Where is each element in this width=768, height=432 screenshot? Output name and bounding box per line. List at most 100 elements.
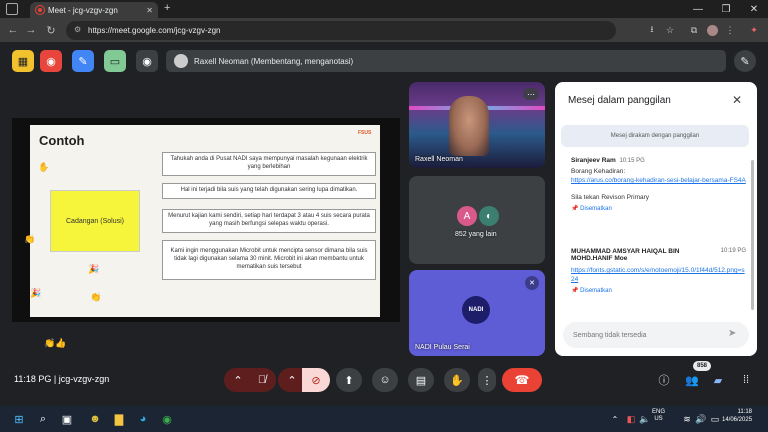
record-icon[interactable]: ◉ — [40, 50, 62, 72]
pinned-label: Disematkan — [580, 288, 612, 295]
recording-icon — [36, 6, 44, 14]
slide-box-1: Tahukah anda di Pusat NADI saya mempunya… — [162, 152, 376, 176]
chat-message: Siranjeev Ram 10:15 PG Borang Kehadiran:… — [571, 157, 746, 212]
maximize-button[interactable]: ❐ — [712, 0, 740, 18]
others-avatar-image: ◐ — [479, 206, 499, 226]
message-time: 10:15 PG — [619, 158, 645, 164]
presenter-name: Raxell Neoman — [415, 156, 463, 163]
meeting-info: 11:18 PG | jcg-vzgv-zgn — [14, 374, 110, 384]
presenter-banner: Raxell Neoman (Membentang, menganotasi) — [166, 50, 726, 72]
message-link[interactable]: https://fonts.gstatic.com/s/e/notoemoji/… — [571, 266, 746, 284]
meeting-time: 11:18 PG — [14, 374, 52, 384]
chat-title: Mesej dalam panggilan — [568, 95, 671, 106]
presenter-avatar — [174, 54, 188, 68]
clock-date: 14/06/2025 — [722, 416, 753, 423]
emoji-reaction-button[interactable]: ☺ — [372, 368, 398, 392]
present-screen-button[interactable]: ⬆ — [336, 368, 362, 392]
annotate-pen-icon[interactable]: ✎ — [734, 50, 756, 72]
more-options-button[interactable]: ⋮ — [478, 368, 496, 392]
tab-close-icon[interactable]: ✕ — [146, 6, 153, 15]
close-window-button[interactable]: ✕ — [740, 0, 768, 18]
participants-count-badge: 858 — [693, 361, 711, 371]
party-emoji-icon: 🎉 — [30, 288, 42, 298]
site-info-icon[interactable]: ⚙ — [74, 25, 81, 34]
send-icon[interactable]: ➤ — [728, 328, 736, 339]
chat-recorded-notice: Mesej dirakam dengan panggilan — [561, 125, 749, 147]
download-icon[interactable]: ⭳ — [644, 22, 660, 38]
mic-off-icon: ✕ — [525, 276, 539, 290]
pinned-label: Disematkan — [580, 206, 612, 213]
chat-scrollbar[interactable] — [751, 160, 754, 310]
chat-close-icon[interactable]: ✕ — [732, 93, 742, 107]
activities-grid-icon[interactable]: ⁞⁞ — [738, 372, 754, 388]
minimize-button[interactable]: — — [684, 0, 712, 18]
forward-arrow-icon[interactable]: → — [22, 21, 40, 39]
presenter-text: Raxell Neoman (Membentang, menganotasi) — [194, 56, 354, 66]
bookmark-star-icon[interactable]: ☆ — [662, 22, 678, 38]
chat-icon[interactable]: ▰ — [710, 372, 726, 388]
menu-dots-icon[interactable]: ⋮ — [722, 22, 738, 38]
meeting-code: jcg-vzgv-zgn — [58, 374, 110, 384]
reload-icon[interactable]: ↻ — [42, 21, 60, 39]
others-avatar: A — [457, 206, 477, 226]
solution-label: Cadangan (Solusi) — [66, 217, 124, 225]
tab-meet[interactable]: Meet - jcg-vzgv-zgn ✕ — [30, 2, 158, 18]
search-icon[interactable]: ⌕ — [34, 410, 52, 428]
message-text: Borang Kehadiran: — [571, 168, 626, 175]
tile-more-icon[interactable]: ⋯ — [523, 88, 539, 100]
people-icon[interactable]: 👥 — [684, 372, 700, 388]
nadi-logo: NADI — [462, 296, 490, 324]
clock-time: 11:18 — [737, 409, 753, 415]
notes-icon[interactable]: ✎ — [72, 50, 94, 72]
message-link[interactable]: https://arus.co/borang-kehadiran-sesi-be… — [571, 176, 746, 185]
reaction-emoji-icon: 👏👍 — [44, 338, 67, 348]
eye-icon[interactable]: ◉ — [136, 50, 158, 72]
chrome-icon[interactable]: ◉ — [158, 410, 176, 428]
presenter-video-tile[interactable]: ⋯ Raxell Neoman — [409, 82, 545, 168]
file-explorer-icon[interactable]: ▇ — [110, 410, 128, 428]
solution-box: Cadangan (Solusi) — [50, 190, 140, 252]
edge-icon[interactable]: ◕ — [134, 410, 152, 428]
language-indicator[interactable]: ENG US — [652, 409, 665, 423]
slide-logo: FSUS — [358, 130, 372, 136]
sender-name: MUHAMMAD AMSYAR HAIQAL BIN MOHD.HANIF Mo… — [571, 248, 680, 262]
slide-title: Contoh — [39, 133, 85, 148]
back-arrow-icon[interactable]: ← — [4, 21, 22, 39]
presenter-face — [449, 96, 489, 156]
captions-button[interactable]: ▤ — [408, 368, 434, 392]
camera-off-button[interactable]: ⊘ — [302, 368, 330, 392]
clap-emoji-icon: 👏 — [24, 234, 36, 244]
slide-box-2: Hal ini terjadi bila suis yang telah dig… — [162, 183, 376, 199]
mic-off-button[interactable]: 🎙̸ — [248, 368, 276, 392]
task-view-icon[interactable]: ▣ — [58, 410, 76, 428]
activities-icon[interactable]: ▦ — [12, 50, 34, 72]
slide-box-3: Menurut kajian kami sendiri, setiap hari… — [162, 209, 376, 233]
tab-title: Meet - jcg-vzgv-zgn — [48, 5, 118, 15]
new-tab-button[interactable]: + — [164, 2, 170, 14]
emoji-widget-icon[interactable]: ☻ — [86, 410, 104, 428]
chat-input[interactable]: Sembang tidak tersedia — [563, 322, 749, 348]
nadi-name: NADI Pulau Serai — [415, 344, 470, 351]
party-emoji-icon: 🎉 — [88, 264, 100, 274]
sender-name: Siranjeev Ram — [571, 157, 616, 164]
chat-message: MUHAMMAD AMSYAR HAIQAL BIN MOHD.HANIF Mo… — [571, 248, 746, 294]
others-label: 852 yang lain — [455, 231, 497, 238]
url-text: https://meet.google.com/jcg-vzgv-zgn — [88, 26, 221, 35]
windows-start-icon[interactable]: ⊞ — [10, 410, 28, 428]
meeting-details-icon[interactable]: ⓘ — [656, 372, 672, 388]
profile-avatar[interactable] — [704, 22, 720, 38]
extensions-icon[interactable]: ⧉ — [686, 22, 702, 38]
gemini-icon[interactable]: ✦ — [746, 22, 762, 38]
tab-search-icon[interactable] — [6, 3, 18, 15]
nadi-tile[interactable]: ✕ NADI NADI Pulau Serai — [409, 270, 545, 356]
others-tile[interactable]: A ◐ 852 yang lain — [409, 176, 545, 264]
leave-call-button[interactable]: ☎ — [502, 368, 542, 392]
present-icon[interactable]: ▭ — [104, 50, 126, 72]
pin-icon: 📌 — [571, 206, 579, 213]
system-clock[interactable]: 11:18 14/06/2025 — [722, 409, 752, 425]
raise-hand-button[interactable]: ✋ — [444, 368, 470, 392]
slide-box-4: Kami ingin menggunakan Microbit untuk me… — [162, 240, 376, 280]
url-bar[interactable]: ⚙ https://meet.google.com/jcg-vzgv-zgn — [66, 21, 616, 40]
hand-emoji-icon: ✋ — [38, 162, 50, 172]
message-text: Sila tekan Revison Primary — [571, 194, 650, 202]
